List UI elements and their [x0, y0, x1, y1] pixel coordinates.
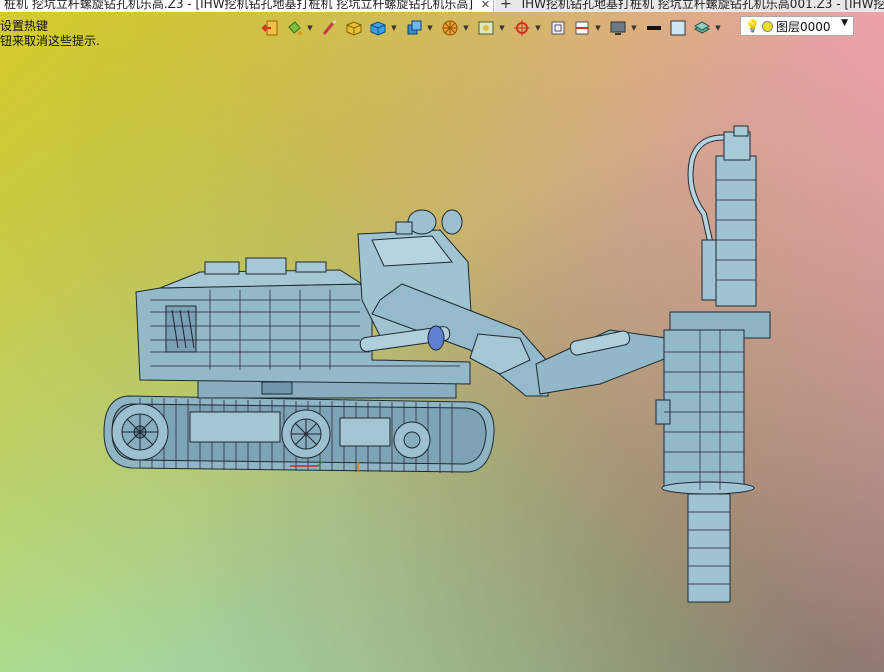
cube-stack-icon[interactable] [402, 17, 426, 39]
drill-rig-model[interactable] [0, 0, 884, 672]
chevron-down-icon[interactable]: ▼ [426, 24, 434, 32]
view-toolbar: ▼ ▼ ▼ ▼ ▼ ▼ ▼ ▼ ▼ [258, 16, 726, 40]
chevron-down-icon[interactable]: ▼ [306, 24, 314, 32]
tab-title: IHW挖机钻孔地基打桩机 挖坑立杆螺旋钻孔机乐高001.Z3 - [IHW挖 [521, 0, 884, 11]
chevron-down-icon[interactable]: ▼ [714, 24, 722, 32]
layer-dropdown[interactable]: 💡 图层0000 ▼ [740, 16, 854, 36]
layers-icon[interactable] [690, 17, 714, 39]
bulb-icon[interactable]: 💡 [745, 19, 760, 33]
box-yellow-icon[interactable] [342, 17, 366, 39]
chevron-down-icon[interactable]: ▼ [630, 24, 638, 32]
chevron-down-icon[interactable]: ▼ [534, 24, 542, 32]
document-tab-bar: 桩机 挖坑立杆螺旋钻孔机乐高.Z3 - [IHW挖机钻孔地基打桩机 挖坑立杆螺旋… [0, 0, 884, 12]
brush-icon[interactable] [318, 17, 342, 39]
close-icon[interactable]: ✕ [481, 0, 490, 11]
drill-mast-upper [715, 155, 757, 307]
chevron-down-icon[interactable]: ▼ [462, 24, 470, 32]
hint-line-2: 钮来取消这些提示. [0, 34, 100, 48]
chevron-down-icon[interactable]: ▼ [594, 24, 602, 32]
tab-title: 桩机 挖坑立杆螺旋钻孔机乐高.Z3 - [IHW挖机钻孔地基打桩机 挖坑立杆螺旋… [4, 0, 474, 11]
exit-icon[interactable] [258, 17, 282, 39]
tab-second-document[interactable]: + IHW挖机钻孔地基打桩机 挖坑立杆螺旋钻孔机乐高001.Z3 - [IHW挖 [496, 0, 884, 12]
display-icon[interactable] [606, 17, 630, 39]
layer-name: 图层0000 [775, 19, 831, 34]
tab-active-document[interactable]: 桩机 挖坑立杆螺旋钻孔机乐高.Z3 - [IHW挖机钻孔地基打桩机 挖坑立杆螺旋… [0, 0, 494, 12]
chevron-down-icon[interactable]: ▼ [841, 18, 848, 28]
view-frame-icon[interactable] [474, 17, 498, 39]
crosshair-icon[interactable] [510, 17, 534, 39]
line-color-icon[interactable] [642, 17, 666, 39]
chevron-down-icon[interactable]: ▼ [390, 24, 398, 32]
hint-line-1: 设置热键 [0, 19, 49, 33]
wheel-icon[interactable] [438, 17, 462, 39]
sketch-icon[interactable] [546, 17, 570, 39]
chevron-down-icon[interactable]: ▼ [498, 24, 506, 32]
box-blue-icon[interactable] [366, 17, 390, 39]
plus-icon[interactable]: + [500, 0, 512, 12]
paint-bucket-icon[interactable] [282, 17, 306, 39]
fill-color-icon[interactable] [666, 17, 690, 39]
layer-color-icon [761, 20, 773, 32]
section-icon[interactable] [570, 17, 594, 39]
